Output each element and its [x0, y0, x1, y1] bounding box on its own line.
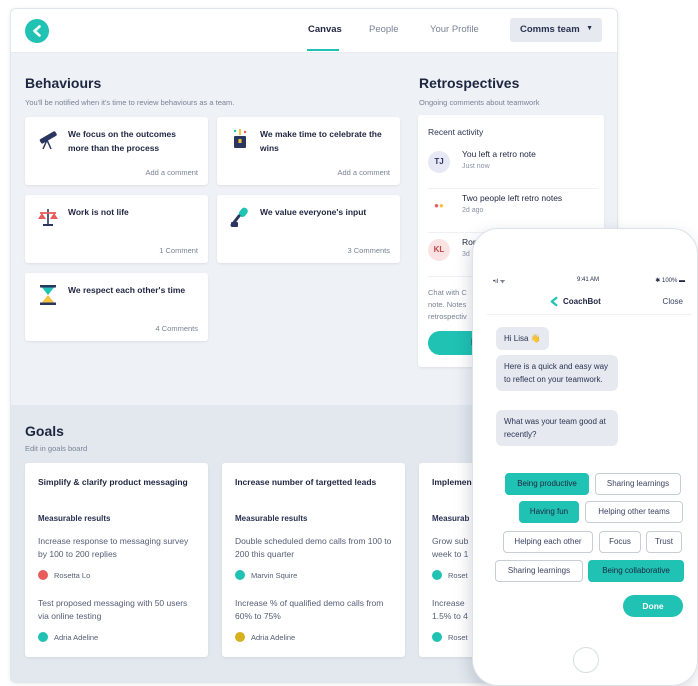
chat-app-name: CoachBot: [563, 297, 601, 306]
result-text: Increase % of qualified demo calls from …: [235, 598, 384, 621]
activity-item[interactable]: ●● Two people left retro notes 2d ago: [428, 189, 598, 233]
behaviour-card[interactable]: We respect each other's time 4 Comments: [25, 273, 208, 341]
goals-title: Goals: [25, 423, 64, 439]
hourglass-icon: [40, 285, 56, 305]
option-chip[interactable]: Sharing learnings: [495, 560, 583, 582]
team-dropdown[interactable]: Comms team ▼: [510, 18, 602, 42]
avatar: [38, 570, 48, 580]
avatar: [235, 632, 245, 642]
top-nav-bar: Canvas People Your Profile Comms team ▼: [11, 9, 617, 53]
behaviour-comment-link[interactable]: 1 Comment: [159, 246, 198, 255]
microphone-icon: [230, 207, 248, 227]
party-popper-icon: [233, 129, 247, 148]
option-chip[interactable]: Sharing learnings: [595, 473, 681, 495]
coachbot-chat-screen: •ıl ᯤ 9:41 AM ✱ 100% ▬ CoachBot Close Hi…: [487, 273, 691, 639]
goal-card[interactable]: Increase number of targetted leads Measu…: [222, 463, 405, 657]
result-owner: Roset: [432, 632, 468, 642]
option-chip[interactable]: Helping each other: [503, 531, 593, 553]
avatar: KL: [428, 239, 450, 261]
owner-name: Roset: [448, 633, 468, 642]
bot-message: Here is a quick and easy way to reflect …: [496, 355, 618, 391]
avatar: [432, 632, 442, 642]
goal-title: Simplify & clarify product messaging: [38, 477, 188, 487]
measurable-results-label: Measurable results: [235, 514, 308, 523]
avatar: [432, 570, 442, 580]
behaviour-card[interactable]: We value everyone's input 3 Comments: [217, 195, 400, 263]
goal-card[interactable]: Simplify & clarify product messaging Mea…: [25, 463, 208, 657]
option-chip[interactable]: Having fun: [519, 501, 579, 523]
result-owner: Adria Adeline: [38, 632, 98, 642]
avatar: TJ: [428, 151, 450, 173]
option-chip[interactable]: Focus: [599, 531, 641, 553]
avatar: [235, 570, 245, 580]
option-chip[interactable]: Trust: [646, 531, 682, 553]
result-owner: Adria Adeline: [235, 632, 295, 642]
behaviours-title: Behaviours: [25, 75, 102, 91]
retrospectives-title: Retrospectives: [419, 75, 520, 91]
caret-down-icon: ▼: [586, 25, 593, 32]
result-text: Test proposed messaging with 50 users vi…: [38, 598, 188, 621]
behaviour-card[interactable]: We make time to celebrate the wins Add a…: [217, 117, 400, 185]
measurable-results-label: Measurab: [432, 514, 470, 523]
result-text: Double scheduled demo calls from 100 to …: [235, 536, 392, 559]
behaviour-title: We focus on the outcomes more than the p…: [68, 129, 176, 153]
behaviours-subtitle: You'll be notified when it's time to rev…: [25, 98, 235, 107]
owner-name: Marvin Squire: [251, 571, 298, 580]
done-button[interactable]: Done: [623, 595, 683, 617]
behaviour-comment-link[interactable]: Add a comment: [145, 168, 198, 177]
owner-name: Roset: [448, 571, 468, 580]
home-button[interactable]: [573, 647, 599, 673]
close-button[interactable]: Close: [663, 297, 683, 306]
coachbot-logo-icon: [550, 296, 558, 307]
bot-message: What was your team good at recently?: [496, 410, 618, 446]
telescope-icon: [39, 131, 57, 150]
avatar: [38, 632, 48, 642]
activity-item[interactable]: TJ You left a retro note Just now: [428, 145, 598, 189]
app-logo-icon[interactable]: [25, 19, 49, 43]
goal-title: Increase number of targetted leads: [235, 477, 377, 487]
tab-people[interactable]: People: [369, 24, 399, 35]
behaviour-title: We respect each other's time: [68, 285, 186, 295]
option-chip[interactable]: Being productive: [505, 473, 589, 495]
owner-name: Adria Adeline: [251, 633, 296, 642]
result-text: Increase response to messaging survey by…: [38, 536, 189, 559]
retrospectives-subtitle: Ongoing comments about teamwork: [419, 98, 540, 107]
battery-icon: ✱ 100% ▬: [655, 278, 685, 284]
behaviour-comment-link[interactable]: Add a comment: [337, 168, 390, 177]
behaviour-comment-link[interactable]: 3 Comments: [347, 246, 390, 255]
phone-status-bar: •ıl ᯤ 9:41 AM ✱ 100% ▬: [487, 277, 691, 287]
activity-text: Two people left retro notes: [462, 193, 563, 203]
tab-your-profile[interactable]: Your Profile: [430, 24, 479, 35]
balance-scale-icon: [38, 209, 58, 226]
option-chip[interactable]: Helping other teams: [585, 501, 683, 523]
phone-mockup: •ıl ᯤ 9:41 AM ✱ 100% ▬ CoachBot Close Hi…: [472, 228, 698, 686]
activity-time: 3d: [462, 251, 470, 258]
result-owner: Roset: [432, 570, 468, 580]
activity-time: Just now: [462, 163, 490, 170]
status-time: 9:41 AM: [577, 277, 600, 283]
behaviour-title: We value everyone's input: [260, 207, 367, 217]
activity-time: 2d ago: [462, 207, 484, 214]
recent-activity-label: Recent activity: [428, 127, 484, 137]
chat-header: CoachBot Close: [487, 289, 691, 315]
behaviour-card[interactable]: We focus on the outcomes more than the p…: [25, 117, 208, 185]
measurable-results-label: Measurable results: [38, 514, 111, 523]
active-tab-indicator: [307, 49, 339, 51]
activity-text: You left a retro note: [462, 149, 536, 159]
owner-name: Rosetta Lo: [54, 571, 91, 580]
team-dropdown-value: Comms team: [520, 24, 580, 35]
result-owner: Marvin Squire: [235, 570, 297, 580]
owner-name: Adria Adeline: [54, 633, 99, 642]
behaviour-title: Work is not life: [68, 207, 129, 217]
behaviour-title: We make time to celebrate the wins: [260, 129, 382, 153]
group-avatar-icon: ●●: [428, 195, 450, 217]
bot-message: Hi Lisa 👋: [496, 327, 549, 350]
tab-canvas[interactable]: Canvas: [308, 24, 342, 35]
result-owner: Rosetta Lo: [38, 570, 90, 580]
option-chip[interactable]: Being collaborative: [588, 560, 684, 582]
behaviour-comment-link[interactable]: 4 Comments: [155, 324, 198, 333]
signal-icon: •ıl ᯤ: [493, 279, 506, 285]
goals-subtitle: Edit in goals board: [25, 444, 88, 453]
behaviour-card[interactable]: Work is not life 1 Comment: [25, 195, 208, 263]
